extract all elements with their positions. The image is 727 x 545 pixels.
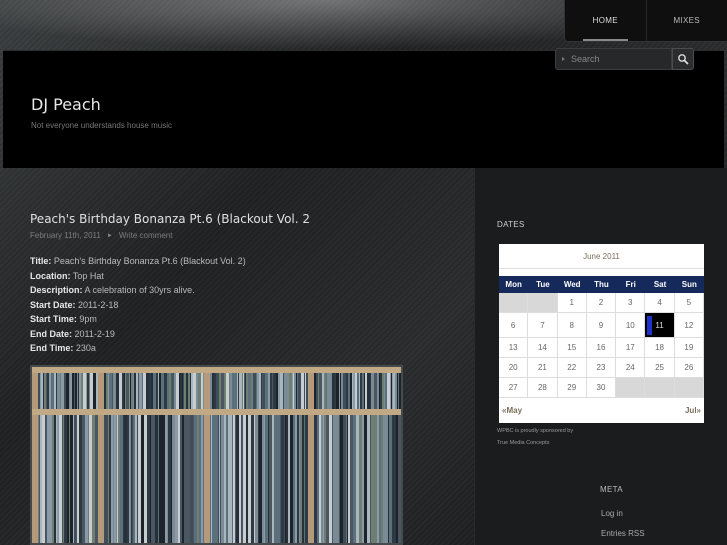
detail-row: Start Time: 9pm — [30, 314, 97, 324]
calendar-day[interactable]: 11 — [645, 313, 675, 338]
weekday-label: Mon — [505, 280, 522, 289]
site-title[interactable]: DJ Peach — [31, 95, 101, 114]
calendar-weekdays: Mon Tue Wed Thu Fri Sat Sun — [499, 276, 704, 293]
weekday-label: Sat — [653, 280, 667, 289]
weekday-label: Wed — [563, 280, 581, 289]
top-navigation: HOME MIXES — [564, 0, 727, 42]
calendar-day[interactable]: 30 — [586, 378, 617, 398]
search-button[interactable] — [672, 48, 694, 70]
detail-row: Description: A celebration of 30yrs aliv… — [30, 285, 195, 295]
calendar-day[interactable]: 2 — [586, 293, 617, 313]
detail-row: Location: Top Hat — [30, 270, 104, 281]
weekday-label: Sun — [681, 280, 697, 289]
calendar-day[interactable]: 15 — [557, 338, 587, 358]
calendar-empty-cell — [528, 293, 558, 313]
login-link[interactable]: Log in — [601, 509, 645, 529]
calendar-widget: June 2011 Mon Tue Wed Thu Fri Sat Sun 12345678… — [499, 244, 704, 423]
calendar-grid: 1 2 3 4 5 6 7 8 9 10 11 12 13 14 15 16 17 18 19 20 21 22 23 24 2… — [499, 293, 704, 398]
shelf-divider — [98, 367, 104, 543]
today-marker — [647, 316, 653, 335]
calendar-day[interactable]: 6 — [499, 313, 529, 338]
next-month-link[interactable]: Jul» — [685, 406, 701, 415]
calendar-day[interactable]: 21 — [528, 358, 558, 378]
calendar-empty-cell — [616, 378, 646, 398]
calendar-day[interactable]: 7 — [528, 313, 558, 338]
detail-row: Title: Peach's Birthday Bonanza Pt.6 (Bl… — [30, 256, 246, 266]
post-meta: February 11th, 2011 ► Write comment — [30, 231, 172, 240]
calendar-day[interactable]: 20 — [499, 358, 529, 378]
calendar-day[interactable]: 16 — [586, 338, 617, 358]
site-tagline: Not everyone understands house music — [31, 121, 172, 130]
bullet-icon: ► — [106, 232, 113, 239]
search-field[interactable] — [555, 48, 672, 70]
record-bin — [314, 373, 401, 409]
record-bin — [38, 415, 98, 543]
calendar-day[interactable]: 27 — [499, 378, 529, 398]
shelf-divider — [308, 367, 314, 543]
calendar-day[interactable]: 17 — [616, 338, 646, 358]
caret-icon — [562, 57, 565, 61]
calendar-day[interactable]: 8 — [557, 313, 587, 338]
weekday-label: Thu — [594, 280, 609, 289]
record-bin — [104, 373, 206, 409]
search-input[interactable] — [571, 54, 671, 64]
detail-row: End Date: 2011-2-19 — [30, 328, 115, 339]
calendar-day[interactable]: 24 — [616, 358, 646, 378]
event-details: Title: Peach's Birthday Bonanza Pt.6 (Bl… — [30, 254, 246, 356]
meta-links: Log in Entries RSS — [601, 509, 645, 545]
calendar-day[interactable]: 4 — [645, 293, 675, 313]
calendar-day[interactable]: 28 — [528, 378, 558, 398]
nav-mixes[interactable]: MIXES — [645, 0, 727, 41]
shelf-divider — [204, 367, 210, 543]
detail-row: Start Date: 2011-2-18 — [30, 299, 119, 310]
calendar-day[interactable]: 23 — [586, 358, 617, 378]
calendar-day[interactable]: 19 — [674, 338, 704, 358]
calendar-day[interactable]: 26 — [674, 358, 704, 378]
calendar-day[interactable]: 12 — [674, 313, 704, 338]
record-bin — [38, 373, 98, 409]
calendar-day[interactable]: 18 — [645, 338, 675, 358]
calendar-month: June 2011 — [499, 244, 704, 269]
calendar-day[interactable]: 14 — [528, 338, 558, 358]
calendar-day[interactable]: 25 — [645, 358, 675, 378]
shelf-board — [32, 367, 401, 373]
calendar-empty-cell — [499, 293, 529, 313]
record-shelf-image — [30, 365, 403, 545]
calendar-day[interactable]: 5 — [674, 293, 704, 313]
shelf-divider — [401, 367, 403, 543]
detail-row: End Time: 230a — [30, 343, 96, 353]
weekday-label: Fri — [625, 280, 636, 289]
record-bin — [314, 415, 401, 543]
shelf-board — [32, 409, 401, 415]
calendar-day[interactable]: 13 — [499, 338, 529, 358]
record-bin — [210, 373, 309, 409]
sponsor-link[interactable]: True Media Concepts — [497, 437, 573, 449]
prev-month-link[interactable]: «May — [502, 406, 522, 415]
calendar-day[interactable]: 29 — [557, 378, 587, 398]
record-bin — [210, 415, 308, 543]
record-bin — [104, 415, 204, 543]
post-title[interactable]: Peach's Birthday Bonanza Pt.6 (Blackout … — [30, 212, 310, 226]
calendar-day-number: 11 — [655, 321, 664, 330]
sponsor-line: WPBC is proudly sponsored by — [497, 428, 574, 434]
sponsor-note: WPBC is proudly sponsored by True Media … — [497, 425, 573, 449]
search-icon — [678, 54, 689, 65]
meta-heading: META — [600, 485, 623, 494]
calendar-nav: «May Jul» — [499, 398, 704, 423]
calendar-day[interactable]: 3 — [616, 293, 646, 313]
weekday-label: Tue — [536, 280, 550, 289]
entries-rss-link[interactable]: Entries RSS — [601, 529, 645, 545]
calendar-day[interactable]: 22 — [557, 358, 587, 378]
dates-heading: DATES — [497, 220, 525, 229]
calendar-day[interactable]: 9 — [586, 313, 617, 338]
calendar-day[interactable]: 1 — [557, 293, 587, 313]
calendar-empty-cell — [645, 378, 675, 398]
calendar-empty-cell — [674, 378, 704, 398]
write-comment-link[interactable]: Write comment — [119, 231, 173, 240]
post-date: February 11th, 2011 — [30, 231, 101, 240]
nav-home[interactable]: HOME — [565, 0, 646, 41]
calendar-day[interactable]: 10 — [616, 313, 646, 338]
shelf-divider — [32, 367, 38, 543]
